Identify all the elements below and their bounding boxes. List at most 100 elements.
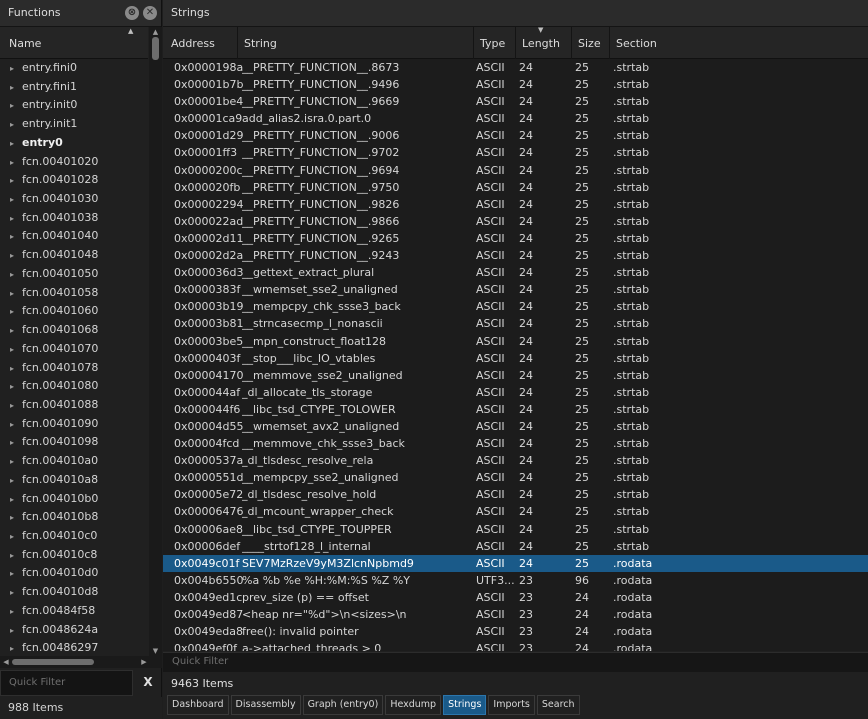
function-list-item[interactable]: ▸ fcn.00401050: [0, 265, 148, 284]
string-table-row[interactable]: 0x00001b7b __PRETTY_FUNCTION__.9496 ASCII 2…: [163, 76, 868, 93]
scroll-right-icon[interactable]: ▶: [140, 658, 148, 666]
function-list-item[interactable]: ▸ fcn.00401080: [0, 377, 148, 396]
function-list-item[interactable]: ▸ fcn.004010d0: [0, 564, 148, 583]
string-table-row[interactable]: 0x0049ed1c prev_size (p) == offset ASCII 23…: [163, 589, 868, 606]
string-table-row[interactable]: 0x00003b19 __mempcpy_chk_ssse3_back ASCII 2…: [163, 298, 868, 315]
expand-caret-icon[interactable]: ▸: [10, 547, 22, 566]
string-table-row[interactable]: 0x000036d3 __gettext_extract_plural ASCII 2…: [163, 264, 868, 281]
string-table-row[interactable]: 0x00001ca9 add_alias2.isra.0.part.0 ASCII 2…: [163, 110, 868, 127]
function-list-item[interactable]: ▸ fcn.004010c0: [0, 527, 148, 546]
string-table-row[interactable]: 0x00001d29 __PRETTY_FUNCTION__.9006 ASCII 2…: [163, 127, 868, 144]
expand-caret-icon[interactable]: ▸: [10, 210, 22, 229]
tab-search[interactable]: Search: [536, 695, 580, 715]
function-list-item[interactable]: ▸ fcn.004010a0: [0, 452, 148, 471]
tab-disassembly[interactable]: Disassembly: [230, 695, 301, 715]
string-table-row[interactable]: 0x0000198a __PRETTY_FUNCTION__.8673 ASCII 2…: [163, 59, 868, 76]
function-list-item[interactable]: ▸ fcn.00401060: [0, 302, 148, 321]
expand-caret-icon[interactable]: ▸: [10, 228, 22, 247]
address-column-header[interactable]: Address: [163, 27, 237, 59]
function-list-item[interactable]: ▸ fcn.00401020: [0, 153, 148, 172]
string-column-header[interactable]: String: [237, 27, 473, 59]
length-column-header[interactable]: Length ▼: [515, 26, 571, 59]
expand-caret-icon[interactable]: ▸: [10, 360, 22, 379]
clear-filter-button[interactable]: X: [139, 675, 157, 691]
string-table-row[interactable]: 0x0000551d __mempcpy_sse2_unaligned ASCII 2…: [163, 469, 868, 486]
expand-caret-icon[interactable]: ▸: [10, 509, 22, 528]
function-list-item[interactable]: ▸ fcn.0048624a: [0, 621, 148, 640]
tab-dashboard[interactable]: Dashboard: [167, 695, 229, 715]
expand-caret-icon[interactable]: ▸: [10, 397, 22, 416]
string-table-row[interactable]: 0x0000537a _dl_tlsdesc_resolve_rela ASCII 2…: [163, 452, 868, 469]
function-list-item[interactable]: ▸ fcn.00401070: [0, 340, 148, 359]
scroll-down-icon[interactable]: ▼: [149, 647, 162, 655]
string-table-row[interactable]: 0x000022ad __PRETTY_FUNCTION__.9866 ASCII 2…: [163, 213, 868, 230]
expand-caret-icon[interactable]: ▸: [10, 603, 22, 622]
expand-caret-icon[interactable]: ▸: [10, 528, 22, 547]
string-table-row[interactable]: 0x00005e72 _dl_tlsdesc_resolve_hold ASCII 2…: [163, 486, 868, 503]
expand-caret-icon[interactable]: ▸: [10, 266, 22, 285]
section-column-header[interactable]: Section: [609, 27, 868, 59]
function-list-item[interactable]: ▸ fcn.00401098: [0, 433, 148, 452]
expand-caret-icon[interactable]: ▸: [10, 172, 22, 191]
function-list-item[interactable]: ▸ fcn.00401040: [0, 227, 148, 246]
string-table-row[interactable]: 0x000044f6 __libc_tsd_CTYPE_TOLOWER ASCII 2…: [163, 401, 868, 418]
expand-caret-icon[interactable]: ▸: [10, 640, 22, 656]
string-table-row[interactable]: 0x0049c01f SEV7MzRzeV9yM3ZlcnNpbmd9 ASCII 2…: [163, 554, 868, 572]
expand-caret-icon[interactable]: ▸: [10, 116, 22, 135]
expand-caret-icon[interactable]: ▸: [10, 453, 22, 472]
string-table-row[interactable]: 0x0049ef0f a->attached_threads > 0 ASCII 23…: [163, 640, 868, 651]
string-table-row[interactable]: 0x00004fcd __memmove_chk_ssse3_back ASCII 2…: [163, 435, 868, 452]
functions-quick-filter-input[interactable]: Quick Filter: [0, 670, 133, 696]
tab-imports[interactable]: Imports: [488, 695, 535, 715]
function-list-item[interactable]: ▸ fcn.00401068: [0, 321, 148, 340]
expand-caret-icon[interactable]: ▸: [10, 491, 22, 510]
function-list-item[interactable]: ▸ fcn.00401058: [0, 284, 148, 303]
function-list-item[interactable]: ▸ fcn.00401030: [0, 190, 148, 209]
string-table-row[interactable]: 0x0000383f __wmemset_sse2_unaligned ASCII 2…: [163, 281, 868, 298]
string-table-row[interactable]: 0x00001ff3 __PRETTY_FUNCTION__.9702 ASCII 2…: [163, 144, 868, 161]
string-table-row[interactable]: 0x0000200c __PRETTY_FUNCTION__.9694 ASCII 2…: [163, 162, 868, 179]
functions-vertical-scrollbar[interactable]: ▲ ▼: [149, 27, 162, 656]
function-list-item[interactable]: ▸ entry.init1: [0, 115, 148, 134]
string-table-row[interactable]: 0x00006476 _dl_mcount_wrapper_check ASCII 2…: [163, 503, 868, 520]
function-list-item[interactable]: ▸ fcn.00401090: [0, 415, 148, 434]
function-list-item[interactable]: ▸ fcn.004010b8: [0, 508, 148, 527]
expand-caret-icon[interactable]: ▸: [10, 416, 22, 435]
expand-caret-icon[interactable]: ▸: [10, 79, 22, 98]
expand-caret-icon[interactable]: ▸: [10, 154, 22, 173]
function-list-item[interactable]: ▸ fcn.00401088: [0, 396, 148, 415]
strings-quick-filter-input[interactable]: Quick Filter: [163, 652, 868, 672]
string-table-row[interactable]: 0x0049ed87 <heap nr="%d">\n<sizes>\n ASCII…: [163, 606, 868, 623]
function-list-item[interactable]: ▸ entry.fini0: [0, 59, 148, 78]
type-column-header[interactable]: Type: [473, 27, 515, 59]
expand-caret-icon[interactable]: ▸: [10, 565, 22, 584]
functions-column-header[interactable]: Name ▲: [0, 27, 148, 59]
string-table-row[interactable]: 0x00006ae8 __libc_tsd_CTYPE_TOUPPER ASCII 2…: [163, 521, 868, 538]
string-table-row[interactable]: 0x00002d11 __PRETTY_FUNCTION__.9265 ASCII 2…: [163, 230, 868, 247]
expand-caret-icon[interactable]: ▸: [10, 60, 22, 79]
function-list-item[interactable]: ▸ fcn.00401078: [0, 359, 148, 378]
function-list-item[interactable]: ▸ fcn.004010a8: [0, 471, 148, 490]
string-table-row[interactable]: 0x0000403f __stop___libc_IO_vtables ASCII 2…: [163, 350, 868, 367]
expand-caret-icon[interactable]: ▸: [10, 97, 22, 116]
string-table-row[interactable]: 0x000044af _dl_allocate_tls_storage ASCII 2…: [163, 384, 868, 401]
undock-icon[interactable]: ⊗: [125, 6, 139, 20]
size-column-header[interactable]: Size: [571, 27, 609, 59]
function-list-item[interactable]: ▸ fcn.004010c8: [0, 546, 148, 565]
string-table-row[interactable]: 0x00004d55 __wmemset_avx2_unaligned ASCII 2…: [163, 418, 868, 435]
expand-caret-icon[interactable]: ▸: [10, 584, 22, 603]
string-table-row[interactable]: 0x00003be5 __mpn_construct_float128 ASCII 2…: [163, 333, 868, 350]
expand-caret-icon[interactable]: ▸: [10, 378, 22, 397]
close-icon[interactable]: ✕: [143, 6, 157, 20]
string-table-row[interactable]: 0x00004170 __memmove_sse2_unaligned ASCII 2…: [163, 367, 868, 384]
function-list-item[interactable]: ▸ fcn.00401048: [0, 246, 148, 265]
function-list-item[interactable]: ▸ fcn.00484f58: [0, 602, 148, 621]
scroll-up-icon[interactable]: ▲: [149, 28, 162, 36]
expand-caret-icon[interactable]: ▸: [10, 135, 22, 154]
string-table-row[interactable]: 0x00002d2a __PRETTY_FUNCTION__.9243 ASCII 2…: [163, 247, 868, 264]
expand-caret-icon[interactable]: ▸: [10, 434, 22, 453]
scrollbar-thumb[interactable]: [12, 659, 94, 665]
function-list-item[interactable]: ▸ fcn.00486297: [0, 639, 148, 656]
function-list-item[interactable]: ▸ fcn.00401028: [0, 171, 148, 190]
function-list-item[interactable]: ▸ entry0: [0, 134, 148, 153]
